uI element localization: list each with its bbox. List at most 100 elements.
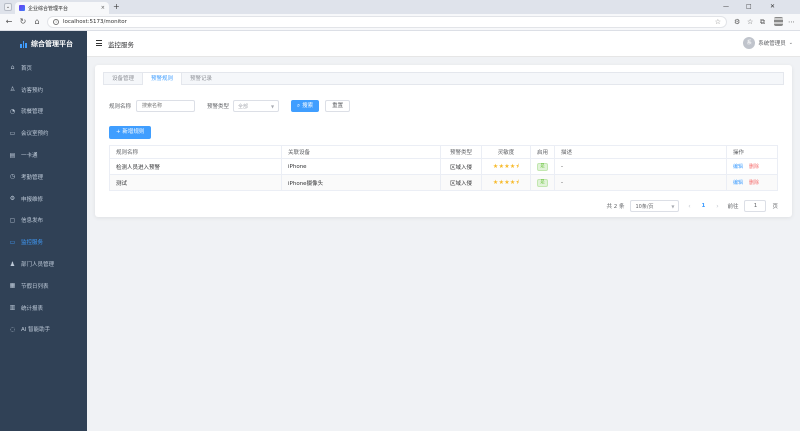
- column-header: 灵敏度: [481, 145, 531, 159]
- sidebar-item-label: 统计报表: [21, 305, 44, 312]
- table-row: 测试 iPhone摄像头 区域入侵 ★★★★⯨ 是 - 编辑 删除: [109, 174, 778, 191]
- sidebar-menu: ⌂ 首页 ♙ 访客预约 ◔ 就餐管理 ▭ 会议室预约 ▤ 一卡通 ◷ 考勤管理 …: [0, 57, 87, 340]
- chevron-down-icon[interactable]: ⌄: [789, 40, 793, 46]
- username[interactable]: 系统管理员: [758, 39, 786, 47]
- sidebar-item-home[interactable]: ⌂ 首页: [0, 57, 87, 79]
- tab-device-management[interactable]: 设备管理: [104, 73, 142, 85]
- tab-list-icon[interactable]: ⌄: [4, 3, 12, 11]
- sidebar-item-label: 申报维修: [21, 196, 44, 203]
- browser-titlebar: ⌄ 企业综合管理平台 × + — □ ✕: [0, 0, 800, 14]
- brand-title: 综合管理平台: [31, 40, 73, 48]
- minimize-button[interactable]: —: [723, 2, 729, 12]
- page-suffix: 页: [772, 204, 778, 210]
- sensitivity-stars-icon: ★★★★⯨: [492, 162, 520, 170]
- refresh-icon[interactable]: ↻: [18, 17, 28, 27]
- monitor-icon: ▭: [9, 238, 16, 246]
- edit-button[interactable]: 编辑: [733, 164, 743, 170]
- sidebar-item-card[interactable]: ▤ 一卡通: [0, 144, 87, 166]
- brand: 综合管理平台: [0, 31, 87, 57]
- sidebar-item-visitor[interactable]: ♙ 访客预约: [0, 79, 87, 101]
- sidebar-item-notice[interactable]: ▢ 信息发布: [0, 210, 87, 232]
- column-header: 预警类型: [440, 145, 482, 159]
- menu-toggle-icon[interactable]: [96, 40, 102, 46]
- description-cell: -: [554, 174, 728, 191]
- sidebar-item-holidays[interactable]: ▦ 节假日列表: [0, 275, 87, 297]
- sidebar: 综合管理平台 ⌂ 首页 ♙ 访客预约 ◔ 就餐管理 ▭ 会议室预约 ▤ 一卡通 …: [0, 31, 87, 431]
- back-icon[interactable]: ←: [4, 17, 14, 27]
- column-header: 启用: [530, 145, 556, 159]
- chevron-down-icon: ▼: [671, 203, 675, 209]
- user-menu[interactable]: 系 系统管理员 ⌄: [743, 37, 793, 49]
- collections-icon[interactable]: ⧉: [760, 17, 765, 27]
- notice-icon: ▢: [9, 216, 16, 224]
- rule-name-cell: 测试: [109, 174, 282, 191]
- page-number[interactable]: 1: [699, 203, 707, 209]
- star-icon[interactable]: ☆: [715, 18, 721, 26]
- sidebar-item-label: 访客预约: [21, 87, 44, 94]
- extensions-icon[interactable]: ⚙: [734, 17, 740, 27]
- chat-icon: ◌: [9, 325, 16, 333]
- device-cell: iPhone摄像头: [281, 174, 441, 191]
- sidebar-item-people[interactable]: ♟ 部门人员管理: [0, 253, 87, 275]
- column-header: 描述: [554, 145, 728, 159]
- sidebar-item-monitor[interactable]: ▭ 监控服务: [0, 231, 87, 253]
- maximize-button[interactable]: □: [746, 2, 752, 12]
- tab-close-icon[interactable]: ×: [101, 5, 105, 11]
- more-icon[interactable]: ⋯: [788, 17, 795, 27]
- sidebar-item-dining[interactable]: ◔ 就餐管理: [0, 101, 87, 123]
- sidebar-item-ai-assistant[interactable]: ◌ AI 智能助手: [0, 319, 87, 341]
- report-icon: ▥: [9, 304, 16, 312]
- tab-alert-rules[interactable]: 预警规则: [142, 73, 183, 85]
- sidebar-item-label: 一卡通: [21, 153, 38, 160]
- sidebar-item-label: 就餐管理: [21, 109, 44, 116]
- avatar[interactable]: 系: [743, 37, 756, 49]
- info-icon[interactable]: i: [53, 19, 59, 25]
- actions-cell: 编辑 删除: [726, 158, 778, 175]
- next-page-button[interactable]: ›: [713, 203, 721, 210]
- prev-page-button[interactable]: ‹: [685, 203, 693, 210]
- edit-button[interactable]: 编辑: [733, 180, 743, 186]
- delete-button[interactable]: 删除: [749, 164, 759, 170]
- sidebar-item-repair[interactable]: ⚙ 申报维修: [0, 188, 87, 210]
- rules-card: 设备管理 预警规则 预警记录 规则名称 预警类型 全部 ▼ ⌕ 搜索 重置 + …: [95, 65, 792, 217]
- sensitivity-stars-icon: ★★★★⯨: [492, 178, 520, 186]
- actions-cell: 编辑 删除: [726, 174, 778, 191]
- table-row: 检测人员进入预警 iPhone 区域入侵 ★★★★⯨ 是 - 编辑 删除: [109, 158, 778, 175]
- chevron-down-icon: ▼: [270, 103, 275, 109]
- alert-type-value: 全部: [238, 103, 249, 110]
- card-icon: ▤: [9, 151, 16, 159]
- rule-name-input[interactable]: [136, 100, 196, 112]
- sidebar-item-meeting-room[interactable]: ▭ 会议室预约: [0, 122, 87, 144]
- browser-tab-title: 企业综合管理平台: [28, 5, 69, 12]
- home-icon[interactable]: ⌂: [32, 17, 42, 27]
- reset-button[interactable]: 重置: [325, 100, 351, 112]
- close-window-button[interactable]: ✕: [770, 2, 775, 12]
- sidebar-item-label: 部门人员管理: [21, 262, 55, 269]
- column-header: 操作: [726, 145, 778, 159]
- alert-type-label: 预警类型: [207, 104, 230, 110]
- column-header: 关联设备: [281, 145, 441, 159]
- address-bar[interactable]: i localhost:5173/monitor ☆: [47, 16, 727, 28]
- favorites-icon[interactable]: ☆: [747, 17, 753, 27]
- sidebar-item-attendance[interactable]: ◷ 考勤管理: [0, 166, 87, 188]
- filter-bar: 规则名称 预警类型 全部 ▼ ⌕ 搜索 重置: [109, 100, 351, 112]
- sidebar-item-label: 会议室预约: [21, 131, 49, 138]
- new-tab-button[interactable]: +: [113, 2, 120, 12]
- profile-avatar[interactable]: [774, 17, 783, 26]
- alert-type-cell: 区域入侵: [440, 174, 482, 191]
- user-icon: ♙: [9, 86, 16, 94]
- rules-table: 规则名称 关联设备 预警类型 灵敏度 启用 描述 操作 检测人员进入预警 iPh…: [109, 145, 778, 191]
- delete-button[interactable]: 删除: [749, 180, 759, 186]
- url-text[interactable]: localhost:5173/monitor: [63, 19, 711, 25]
- sidebar-item-reports[interactable]: ▥ 统计报表: [0, 297, 87, 319]
- meeting-room-icon: ▭: [9, 129, 16, 137]
- search-button[interactable]: ⌕ 搜索: [291, 100, 320, 112]
- browser-tab[interactable]: 企业综合管理平台 ×: [15, 2, 109, 14]
- page-size-select[interactable]: 10条/页 ▼: [630, 200, 680, 212]
- alert-type-select[interactable]: 全部 ▼: [233, 100, 280, 112]
- tab-alert-records[interactable]: 预警记录: [182, 73, 220, 85]
- add-rule-button[interactable]: + 新增规则: [109, 126, 152, 139]
- sidebar-item-label: 考勤管理: [21, 174, 44, 181]
- goto-page-input[interactable]: [744, 200, 767, 212]
- sidebar-item-label: 信息发布: [21, 218, 44, 225]
